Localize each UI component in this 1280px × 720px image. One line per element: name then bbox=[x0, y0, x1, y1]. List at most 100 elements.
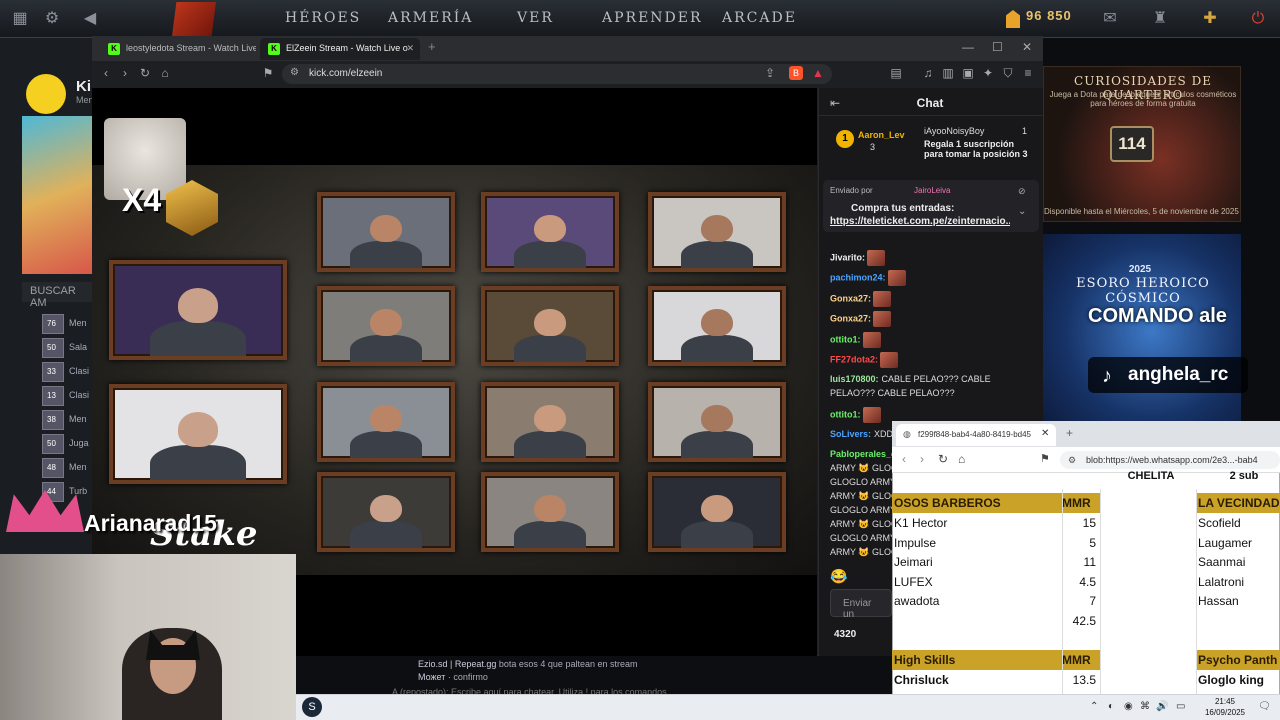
tray-app-icon[interactable]: ◉ bbox=[1124, 701, 1133, 712]
emote-picker-icon[interactable]: 😂 bbox=[830, 568, 847, 585]
armory-icon[interactable]: ♜ bbox=[1150, 9, 1170, 29]
rewards-icon[interactable]: ▲ bbox=[810, 66, 826, 80]
new-tab-button[interactable]: + bbox=[428, 39, 436, 54]
unpin-icon[interactable]: ⊘ bbox=[1018, 186, 1026, 197]
sheet-back-icon[interactable]: ‹ bbox=[902, 452, 906, 466]
forward-icon[interactable]: › bbox=[117, 66, 133, 80]
mail-icon[interactable]: ✉ bbox=[1100, 9, 1120, 29]
mmr-header[interactable]: MMR bbox=[1062, 493, 1100, 513]
back-arrow-icon[interactable]: ◀ bbox=[80, 9, 100, 29]
sheet-site-info-icon[interactable]: ⚙ bbox=[1068, 455, 1076, 466]
player-name[interactable]: Laugamer bbox=[1196, 533, 1280, 553]
friend-row[interactable]: 33 Clasi bbox=[42, 360, 92, 384]
sheet-new-tab-button[interactable]: + bbox=[1066, 426, 1073, 440]
player-mmr[interactable]: 7 bbox=[1062, 591, 1100, 611]
player-name[interactable]: awadota bbox=[892, 591, 1062, 611]
chat-username[interactable]: Gonxa27: bbox=[830, 313, 871, 323]
chat-username[interactable]: Gonxa27: bbox=[830, 293, 871, 303]
sheet-home-icon[interactable]: ⌂ bbox=[958, 452, 965, 466]
chat-username[interactable]: pachimon24: bbox=[830, 272, 886, 282]
friend-search[interactable]: BUSCAR AM bbox=[22, 282, 92, 309]
menu-icon[interactable]: ≡ bbox=[1020, 66, 1036, 80]
plus-hex-icon[interactable]: ✚ bbox=[1200, 9, 1220, 29]
dota-logo[interactable] bbox=[172, 2, 216, 36]
profile-avatar[interactable] bbox=[26, 74, 66, 114]
pinned-sender[interactable]: JairoLeiva bbox=[914, 186, 950, 195]
chat-username[interactable]: Pabloperales_c bbox=[830, 449, 896, 459]
minimize-button[interactable]: — bbox=[962, 40, 974, 54]
chat-username[interactable]: Jivarito: bbox=[830, 252, 865, 262]
team-header[interactable]: High Skills bbox=[892, 650, 1062, 670]
second-gifter-name[interactable]: iAyooNoisyBoy bbox=[924, 126, 984, 136]
team-header[interactable]: Psycho Panth bbox=[1196, 650, 1280, 670]
friend-row[interactable]: 50 Juga bbox=[42, 432, 92, 456]
sheet-reload-icon[interactable]: ↻ bbox=[938, 452, 948, 466]
friend-row[interactable]: 76 Men bbox=[42, 312, 92, 336]
gift-cta[interactable]: Regala 1 suscripción para tomar la posic… bbox=[924, 139, 1034, 159]
friend-row[interactable]: 38 Men bbox=[42, 408, 92, 432]
back-icon[interactable]: ‹ bbox=[98, 66, 114, 80]
player-mmr[interactable]: 15 bbox=[1062, 513, 1100, 533]
grid-icon[interactable]: ▦ bbox=[10, 9, 30, 29]
player-name[interactable]: Hassan bbox=[1196, 591, 1280, 611]
nav-arcade[interactable]: ARCADE bbox=[722, 10, 797, 26]
player-name[interactable]: Gloglo king bbox=[1196, 670, 1280, 690]
sidebar-icon[interactable]: ▥ bbox=[940, 66, 956, 80]
nav-ver[interactable]: VER bbox=[517, 10, 554, 26]
network-icon[interactable]: ⌘ bbox=[1140, 701, 1150, 712]
reader-icon[interactable]: ▤ bbox=[888, 66, 904, 80]
player-name[interactable]: Saanmai bbox=[1196, 552, 1280, 572]
display-icon[interactable]: ▭ bbox=[1176, 701, 1185, 712]
top-gifter-name[interactable]: Aaron_Lev bbox=[858, 130, 905, 140]
friend-row[interactable]: 50 Sala bbox=[42, 336, 92, 360]
url-text[interactable]: kick.com/elzeein bbox=[309, 68, 382, 79]
vpn-icon[interactable]: ⛉ bbox=[1000, 66, 1016, 81]
chat-username[interactable]: ottito1: bbox=[830, 409, 861, 419]
player-name[interactable]: Lalatroni bbox=[1196, 572, 1280, 592]
sheet-forward-icon[interactable]: › bbox=[920, 452, 924, 466]
nav-armeria[interactable]: ARMERÍA bbox=[388, 10, 473, 26]
chat-collapse-icon[interactable]: ⇤ bbox=[830, 96, 840, 110]
close-window-button[interactable]: ✕ bbox=[1022, 40, 1032, 54]
sheet-bookmark-icon[interactable]: ⚑ bbox=[1040, 452, 1050, 465]
chevron-down-icon[interactable]: ⌄ bbox=[1018, 206, 1026, 217]
player-mmr[interactable]: 13.5 bbox=[1062, 670, 1100, 690]
friend-row[interactable]: 13 Clasi bbox=[42, 384, 92, 408]
player-name[interactable]: Scofield bbox=[1196, 513, 1280, 533]
mmr-header[interactable]: MMR bbox=[1062, 650, 1100, 670]
tray-app-icon[interactable]: ◐ bbox=[1108, 701, 1114, 712]
browser-tab-leostyledota[interactable]: K leostyledota Stream - Watch Live bbox=[100, 38, 256, 60]
nav-aprender[interactable]: APRENDER bbox=[602, 10, 703, 26]
team-header[interactable]: LA VECINDAD bbox=[1196, 493, 1280, 513]
player-name[interactable]: K1 Hector bbox=[892, 513, 1062, 533]
chat-username[interactable]: FF27dota2: bbox=[830, 354, 878, 364]
share-icon[interactable]: ⇪ bbox=[762, 66, 778, 80]
player-name[interactable]: Jeimari bbox=[892, 552, 1062, 572]
player-name[interactable]: Impulse bbox=[892, 533, 1062, 553]
volume-icon[interactable]: 🔊 bbox=[1156, 701, 1168, 712]
gear-icon[interactable]: ⚙ bbox=[42, 9, 62, 29]
sheet-cell[interactable]: 2 sub bbox=[1206, 466, 1280, 486]
player-mmr[interactable]: 5 bbox=[1062, 533, 1100, 553]
sheet-tab-close-icon[interactable]: ✕ bbox=[1041, 428, 1049, 439]
system-clock[interactable]: 21:45 16/09/2025 bbox=[1200, 696, 1250, 718]
media-icon[interactable]: ♫ bbox=[920, 66, 936, 80]
pinned-link[interactable]: https://teleticket.com.pe/zeinternacio..… bbox=[830, 216, 1010, 227]
maximize-button[interactable]: ☐ bbox=[992, 40, 1003, 54]
mmr-total[interactable]: 42.5 bbox=[1062, 611, 1100, 631]
extensions-icon[interactable]: ✦ bbox=[980, 66, 996, 80]
browser-tab-elzeein[interactable]: K ElZeein Stream - Watch Live o ✕ bbox=[260, 38, 420, 60]
nav-heroes[interactable]: HÉROES bbox=[285, 10, 361, 26]
chat-username[interactable]: ottito1: bbox=[830, 334, 861, 344]
player-mmr[interactable]: 11 bbox=[1062, 552, 1100, 572]
tab-close-icon[interactable]: ✕ bbox=[406, 43, 414, 54]
sheet-tab[interactable]: f299f848-bab4-4a80-8419-bd45 bbox=[896, 424, 1056, 446]
notifications-icon[interactable]: 🗨 bbox=[1258, 701, 1271, 712]
bookmark-icon[interactable]: ⚑ bbox=[260, 66, 276, 80]
friend-row[interactable]: 48 Men bbox=[42, 456, 92, 480]
wallet-icon[interactable]: ▣ bbox=[960, 66, 976, 80]
player-mmr[interactable]: 4.5 bbox=[1062, 572, 1100, 592]
reload-icon[interactable]: ↻ bbox=[137, 66, 153, 80]
sheet-cell[interactable]: CHELITA bbox=[1104, 466, 1196, 486]
player-name[interactable]: LUFEX bbox=[892, 572, 1062, 592]
